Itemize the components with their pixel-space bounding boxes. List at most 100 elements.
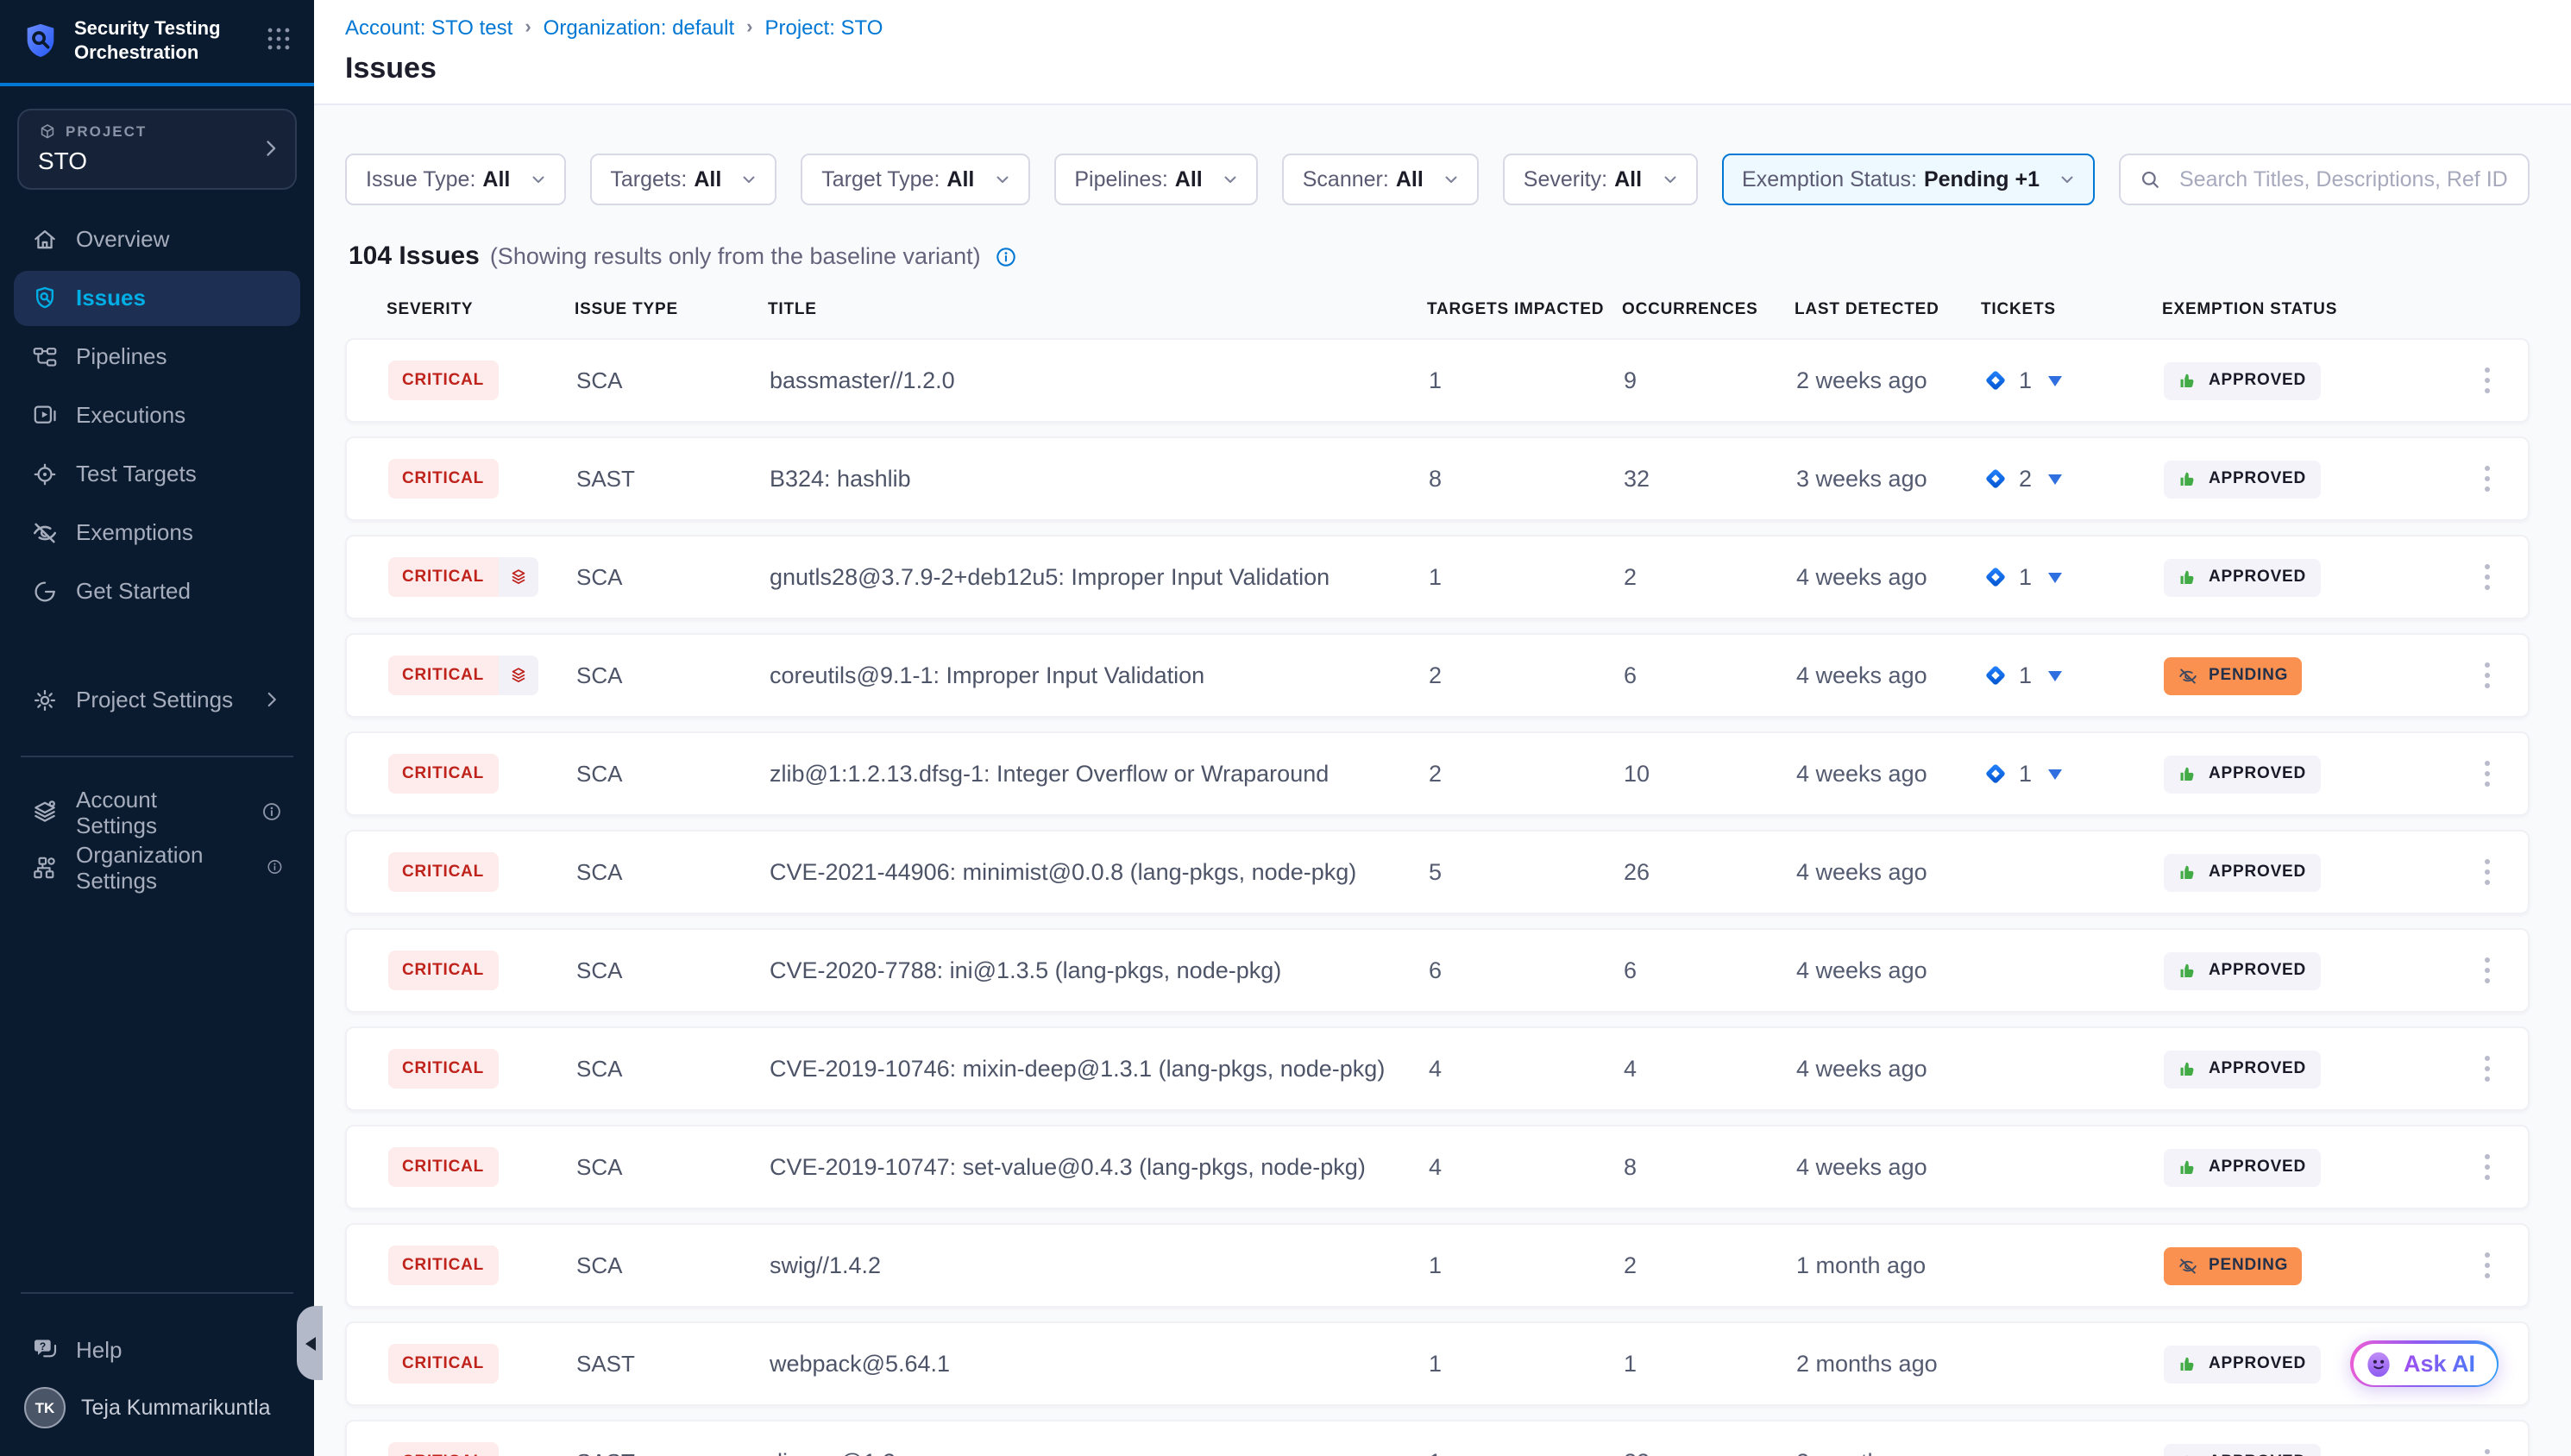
- sidebar-item-executions[interactable]: Executions: [14, 387, 300, 442]
- sidebar-item-label: Pipelines: [76, 343, 167, 369]
- chevron-down-icon: [739, 169, 759, 190]
- issue-row[interactable]: CRITICAL SCA CVE-2020-7788: ini@1.3.5 (l…: [345, 928, 2530, 1013]
- exemption-status-label: APPROVED: [2209, 1354, 2306, 1373]
- exemption-status-label: PENDING: [2209, 1256, 2288, 1275]
- search-input[interactable]: [2176, 166, 2511, 193]
- chevron-down-icon: [1441, 169, 1462, 190]
- ticket-caret-down-icon[interactable]: [2047, 572, 2061, 582]
- filter-pipelines[interactable]: Pipelines: All: [1053, 154, 1257, 205]
- issue-row[interactable]: CRITICAL SCA CVE-2019-10747: set-value@0…: [345, 1125, 2530, 1209]
- row-menu-button[interactable]: [2474, 1242, 2500, 1289]
- row-menu-button[interactable]: [2474, 849, 2500, 895]
- sidebar-item-overview[interactable]: Overview: [14, 211, 300, 267]
- row-menu-button[interactable]: [2474, 750, 2500, 797]
- filter-issue-type[interactable]: Issue Type: All: [345, 154, 565, 205]
- sidebar-item-organization-settings[interactable]: Organization Settings: [14, 839, 300, 894]
- issue-row[interactable]: CRITICAL SCA bassmaster//1.2.0 1 9 2 wee…: [345, 338, 2530, 423]
- ticket-caret-down-icon[interactable]: [2047, 670, 2061, 681]
- sidebar-item-issues[interactable]: Issues: [14, 270, 300, 325]
- user-profile[interactable]: TK Teja Kummarikuntla: [0, 1377, 314, 1456]
- severity-badge: CRITICAL: [388, 951, 498, 990]
- ticket-caret-down-icon[interactable]: [2047, 375, 2061, 386]
- tickets-cell: 2: [1983, 466, 2164, 492]
- jira-ticket-icon: [1983, 761, 2008, 787]
- issue-title-cell: CVE-2021-44906: minimist@0.0.8 (lang-pkg…: [770, 859, 1429, 885]
- filter-scanner[interactable]: Scanner: All: [1282, 154, 1479, 205]
- filter-value: All: [694, 167, 721, 191]
- issue-title-cell: CVE-2019-10747: set-value@0.4.3 (lang-pk…: [770, 1154, 1429, 1180]
- app-switcher-icon[interactable]: [264, 24, 293, 53]
- targets-impacted-cell: 1: [1429, 1252, 1624, 1278]
- info-icon[interactable]: [265, 856, 283, 878]
- filter-label: Target Type:: [821, 167, 940, 191]
- sidebar-item-label: Test Targets: [76, 461, 197, 486]
- targets-impacted-cell: 4: [1429, 1056, 1624, 1082]
- sidebar-item-pipelines[interactable]: Pipelines: [14, 329, 300, 384]
- last-detected-cell: 4 weeks ago: [1796, 662, 1983, 688]
- exemption-status-label: APPROVED: [2209, 469, 2306, 488]
- col-header-issue-type: ISSUE TYPE: [575, 300, 768, 319]
- ask-ai-button[interactable]: Ask AI: [2351, 1340, 2499, 1387]
- ticket-caret-down-icon[interactable]: [2047, 474, 2061, 484]
- row-menu-button[interactable]: [2474, 1439, 2500, 1456]
- sidebar-item-label: Overview: [76, 226, 169, 252]
- exemption-status-badge: APPROVED: [2164, 558, 2320, 596]
- row-menu-button[interactable]: [2474, 357, 2500, 404]
- sto-shield-logo-icon: [21, 21, 60, 60]
- sidebar-item-account-settings[interactable]: Account Settings: [14, 784, 300, 839]
- home-icon: [31, 225, 59, 253]
- occurrences-cell: 9: [1624, 367, 1796, 393]
- sidebar-collapse-handle[interactable]: [297, 1306, 323, 1380]
- issue-title-cell: swig//1.4.2: [770, 1252, 1429, 1278]
- issue-row[interactable]: CRITICAL SAST B324: hashlib 8 32 3 weeks…: [345, 436, 2530, 521]
- sidebar-item-get-started[interactable]: Get Started: [14, 563, 300, 618]
- issue-row[interactable]: CRITICAL SCA zlib@1:1.2.13.dfsg-1: Integ…: [345, 731, 2530, 816]
- breadcrumb-project[interactable]: Project: STO: [765, 16, 883, 40]
- shield-search-icon: [31, 284, 59, 311]
- issue-row[interactable]: CRITICAL SCA CVE-2021-44906: minimist@0.…: [345, 830, 2530, 914]
- filter-value: All: [1614, 167, 1642, 191]
- issue-row[interactable]: CRITICAL SCA coreutils@9.1-1: Improper I…: [345, 633, 2530, 718]
- info-icon[interactable]: [995, 244, 1019, 268]
- exemption-status-label: APPROVED: [2209, 961, 2306, 980]
- issue-row[interactable]: CRITICAL SAST django@1.2 1 22 2 months a…: [345, 1420, 2530, 1456]
- filter-label: Targets:: [610, 167, 687, 191]
- sidebar-header: Security Testing Orchestration: [0, 0, 314, 85]
- issue-title-cell: zlib@1:1.2.13.dfsg-1: Integer Overflow o…: [770, 761, 1429, 787]
- col-header-targets-impacted: TARGETS IMPACTED: [1427, 300, 1622, 319]
- issue-row[interactable]: CRITICAL SCA swig//1.4.2 1 2 1 month ago…: [345, 1223, 2530, 1308]
- row-menu-button[interactable]: [2474, 947, 2500, 994]
- row-menu-button[interactable]: [2474, 455, 2500, 502]
- sidebar-item-help[interactable]: Help: [14, 1321, 300, 1377]
- info-icon[interactable]: [261, 800, 283, 823]
- filter-severity[interactable]: Severity: All: [1503, 154, 1697, 205]
- sidebar-item-project-settings[interactable]: Project Settings: [14, 672, 300, 727]
- filter-targets[interactable]: Targets: All: [589, 154, 776, 205]
- sidebar-item-label: Account Settings: [76, 786, 243, 838]
- sidebar-item-label: Executions: [76, 402, 185, 428]
- issue-title-cell: webpack@5.64.1: [770, 1351, 1429, 1377]
- sidebar-item-exemptions[interactable]: Exemptions: [14, 505, 300, 560]
- ticket-caret-down-icon[interactable]: [2047, 769, 2061, 779]
- severity-label: CRITICAL: [388, 754, 498, 794]
- severity-badge: CRITICAL: [388, 656, 537, 695]
- breadcrumb-organization[interactable]: Organization: default: [544, 16, 735, 40]
- filter-target-type[interactable]: Target Type: All: [801, 154, 1029, 205]
- severity-label: CRITICAL: [388, 1049, 498, 1089]
- row-menu-button[interactable]: [2474, 652, 2500, 699]
- project-selector[interactable]: PROJECT STO: [17, 108, 297, 189]
- breadcrumb-account[interactable]: Account: STO test: [345, 16, 512, 40]
- exemption-status-badge: APPROVED: [2164, 361, 2320, 399]
- row-menu-button[interactable]: [2474, 1045, 2500, 1092]
- row-menu-button[interactable]: [2474, 1144, 2500, 1190]
- thumbs-up-icon: [2178, 1157, 2198, 1177]
- filter-exemption-status[interactable]: Exemption Status: Pending +1: [1721, 154, 2095, 205]
- row-menu-button[interactable]: [2474, 554, 2500, 600]
- ai-mascot-icon: [2362, 1347, 2395, 1380]
- issue-row[interactable]: CRITICAL SAST webpack@5.64.1 1 1 2 month…: [345, 1321, 2530, 1406]
- issue-row[interactable]: CRITICAL SCA gnutls28@3.7.9-2+deb12u5: I…: [345, 535, 2530, 619]
- issue-row[interactable]: CRITICAL SCA CVE-2019-10746: mixin-deep@…: [345, 1026, 2530, 1111]
- last-detected-cell: 2 weeks ago: [1796, 367, 1983, 393]
- sidebar-item-test-targets[interactable]: Test Targets: [14, 446, 300, 501]
- issue-title-cell: gnutls28@3.7.9-2+deb12u5: Improper Input…: [770, 564, 1429, 590]
